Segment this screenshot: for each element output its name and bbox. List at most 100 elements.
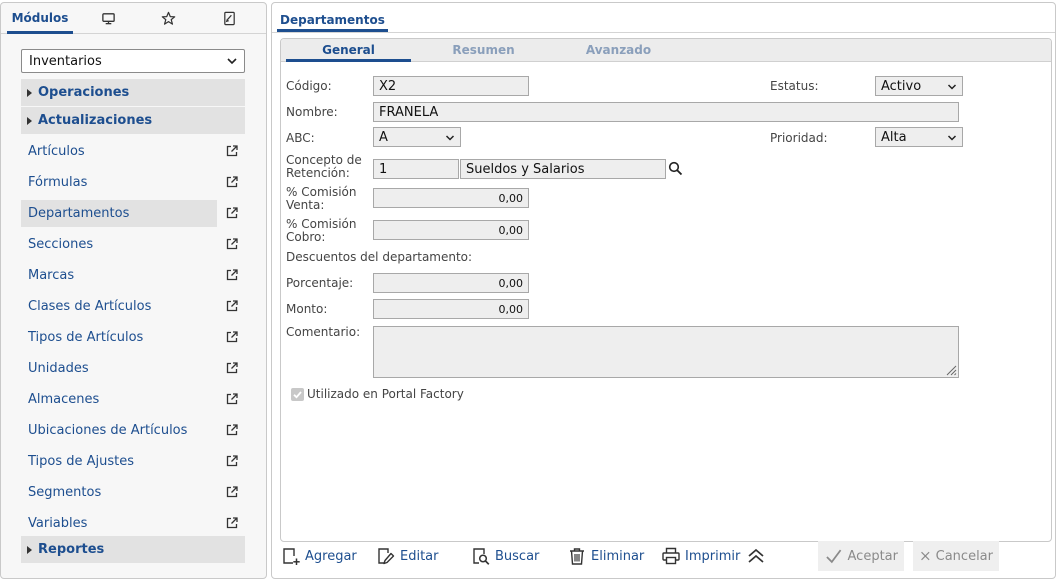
nombre-value: FRANELA — [379, 104, 439, 120]
caret-right-icon — [27, 116, 32, 125]
modules-panel: Módulos Inventarios Operaciones Actualiz… — [0, 2, 267, 579]
tab-departamentos[interactable]: Departamentos — [277, 9, 388, 32]
external-link-icon[interactable] — [225, 361, 239, 375]
printer-icon — [662, 547, 680, 565]
external-link-icon[interactable] — [225, 237, 239, 251]
group-operaciones-label: Operaciones — [38, 85, 130, 100]
buscar-button[interactable]: Buscar — [471, 541, 539, 571]
external-link-icon[interactable] — [225, 206, 239, 220]
abc-value: A — [379, 129, 388, 145]
porcentaje-field[interactable]: 0,00 — [373, 273, 529, 293]
aceptar-button[interactable]: Aceptar — [818, 541, 904, 571]
prioridad-select[interactable]: Alta — [875, 127, 963, 147]
group-actualizaciones[interactable]: Actualizaciones — [21, 107, 245, 134]
modules-panel-tabs: Módulos — [1, 3, 266, 34]
concepto-description-value: Sueldos y Salarios — [466, 161, 585, 177]
concepto-description-field: Sueldos y Salarios — [460, 159, 666, 179]
comision-cobro-field[interactable]: 0,00 — [373, 220, 529, 240]
menu-item-articulos[interactable]: Artículos — [21, 138, 245, 165]
codigo-field[interactable]: X2 — [373, 76, 529, 96]
external-link-icon[interactable] — [225, 175, 239, 189]
monto-field[interactable]: 0,00 — [373, 299, 529, 319]
menu-item-marcas[interactable]: Marcas — [21, 262, 245, 289]
menu-item-label: Unidades — [28, 361, 89, 376]
external-link-icon[interactable] — [225, 268, 239, 282]
eliminar-button[interactable]: Eliminar — [567, 541, 644, 571]
search-icon[interactable] — [668, 161, 683, 176]
estatus-value: Activo — [881, 78, 922, 94]
external-link-icon[interactable] — [225, 392, 239, 406]
menu-item-tipos-ajustes[interactable]: Tipos de Ajustes — [21, 448, 245, 475]
subtab-label: Resumen — [452, 43, 515, 57]
comentario-textarea[interactable] — [373, 326, 959, 378]
module-select[interactable]: Inventarios — [21, 49, 245, 73]
close-icon — [921, 551, 930, 561]
chevron-down-icon — [947, 135, 957, 141]
menu-item-ubicaciones-articulos[interactable]: Ubicaciones de Artículos — [21, 417, 245, 444]
menu-item-label: Marcas — [28, 268, 75, 283]
menu-item-clases-articulos[interactable]: Clases de Artículos — [21, 293, 245, 320]
abc-select[interactable]: A — [373, 127, 461, 147]
menu-item-label: Artículos — [28, 144, 85, 159]
menu-item-almacenes[interactable]: Almacenes — [21, 386, 245, 413]
comentario-label: Comentario: — [286, 325, 361, 339]
tab-tools[interactable] — [214, 3, 244, 33]
menu-item-tipos-articulos[interactable]: Tipos de Artículos — [21, 324, 245, 351]
menu-item-variables[interactable]: Variables — [21, 510, 245, 537]
menu-item-unidades[interactable]: Unidades — [21, 355, 245, 382]
cancelar-button[interactable]: Cancelar — [913, 541, 999, 571]
add-document-icon — [283, 548, 300, 565]
menu-item-label: Tipos de Artículos — [28, 330, 144, 345]
menu-item-formulas[interactable]: Fórmulas — [21, 169, 245, 196]
concepto-label: Concepto de Retención: — [286, 154, 362, 180]
tab-modules[interactable]: Módulos — [5, 3, 75, 34]
concepto-code-value: 1 — [379, 161, 388, 177]
external-link-icon[interactable] — [225, 330, 239, 344]
tab-favorites[interactable] — [153, 3, 183, 33]
subtab-general[interactable]: General — [286, 39, 411, 62]
menu-item-departamentos[interactable]: Departamentos — [21, 200, 245, 227]
concepto-code-field[interactable]: 1 — [373, 159, 459, 179]
comision-cobro-label-line2: Cobro: — [286, 230, 326, 244]
external-link-icon[interactable] — [225, 144, 239, 158]
subtab-avanzado[interactable]: Avanzado — [556, 39, 681, 61]
menu-item-label: Fórmulas — [28, 175, 88, 190]
portal-factory-checkbox[interactable] — [291, 388, 304, 401]
caret-right-icon — [27, 88, 32, 97]
agregar-label: Agregar — [305, 548, 357, 564]
collapse-button[interactable] — [746, 541, 766, 571]
subtab-label: General — [322, 43, 375, 57]
subtab-resumen[interactable]: Resumen — [421, 39, 546, 61]
external-link-icon[interactable] — [225, 485, 239, 499]
nombre-label: Nombre: — [286, 105, 338, 119]
form-container: General Resumen Avanzado Código: X2 Esta… — [280, 38, 1052, 542]
comision-venta-value: 0,00 — [498, 191, 524, 205]
comision-venta-field[interactable]: 0,00 — [373, 188, 529, 208]
nombre-field[interactable]: FRANELA — [373, 102, 959, 122]
menu-item-secciones[interactable]: Secciones — [21, 231, 245, 258]
porcentaje-label: Porcentaje: — [286, 276, 354, 290]
imprimir-button[interactable]: Imprimir — [661, 541, 740, 571]
chevron-down-icon — [947, 84, 957, 90]
star-icon — [161, 11, 175, 25]
external-link-icon[interactable] — [225, 454, 239, 468]
subtab-label: Avanzado — [585, 43, 652, 57]
descuentos-title: Descuentos del departamento: — [286, 250, 473, 264]
group-operaciones[interactable]: Operaciones — [21, 79, 245, 106]
menu-item-segmentos[interactable]: Segmentos — [21, 479, 245, 506]
external-link-icon[interactable] — [225, 299, 239, 313]
external-link-icon[interactable] — [225, 423, 239, 437]
departamentos-panel: Departamentos General Resumen Avanzado C… — [271, 2, 1056, 579]
cancelar-label: Cancelar — [935, 548, 993, 564]
estatus-label: Estatus: — [770, 79, 819, 93]
prioridad-value: Alta — [881, 129, 907, 145]
group-reportes-label: Reportes — [38, 542, 105, 557]
editar-button[interactable]: Editar — [376, 541, 439, 571]
monitor-icon — [101, 12, 115, 24]
tab-desktop[interactable] — [93, 3, 123, 33]
external-link-icon[interactable] — [225, 516, 239, 530]
agregar-button[interactable]: Agregar — [281, 541, 357, 571]
resize-grip-icon[interactable] — [945, 364, 957, 376]
estatus-select[interactable]: Activo — [875, 76, 963, 96]
group-reportes[interactable]: Reportes — [21, 536, 245, 563]
